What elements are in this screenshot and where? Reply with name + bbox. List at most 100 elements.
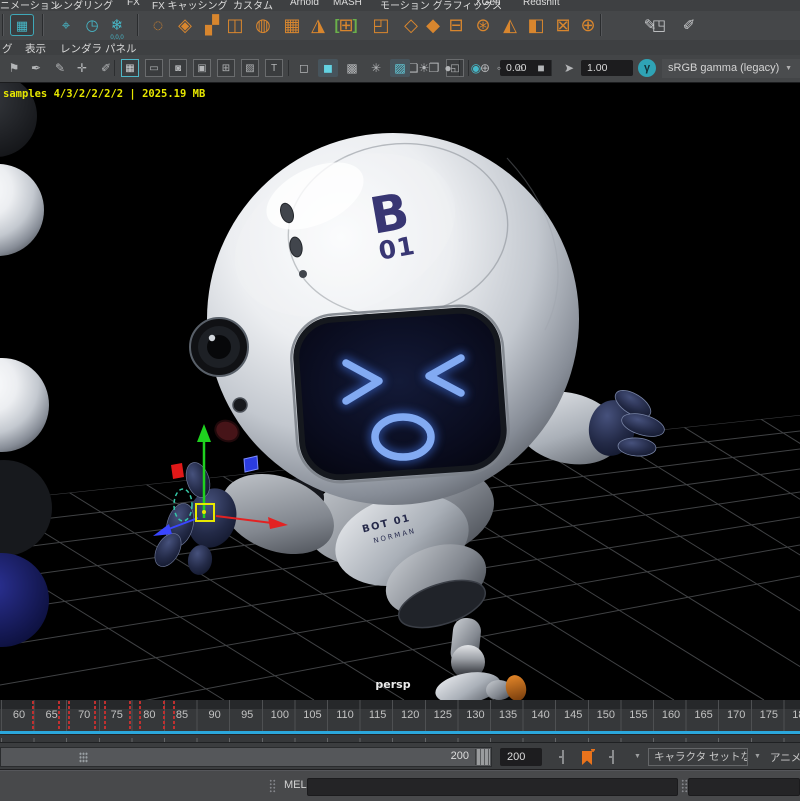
all-lights-icon[interactable]: ✳ [366,59,386,77]
paint-icon[interactable]: ✎ [50,59,70,77]
time-slider[interactable]: 6065707580859095100105110115120125130135… [0,700,800,731]
film-gate-toggle[interactable]: ▭ [145,59,163,77]
playback-option-icon[interactable] [562,750,564,764]
keyframe-tick[interactable] [104,701,106,730]
frame-label: 75 [111,709,123,721]
mash-repro-icon[interactable]: [⊞] [333,12,359,38]
shadows-icon[interactable]: ● [438,59,458,77]
frame-label: 90 [208,709,220,721]
chevron-down-icon[interactable]: ▼ [634,753,641,760]
keyframe-tick[interactable] [58,701,60,730]
mash-waiter-icon[interactable]: ◌ [145,12,171,38]
panel-menu-item[interactable]: レンダラ [60,41,102,56]
frame-label: 120 [401,709,419,721]
view-transform-dropdown[interactable]: sRGB gamma (legacy) ▼ [662,59,800,78]
range-slider[interactable]: 200 [0,747,492,767]
menubar-item[interactable]: FX [127,0,140,8]
menubar-item[interactable]: MASH [333,0,362,8]
shaded-mode-icon[interactable]: ◼ [318,59,338,77]
pivot-icon[interactable]: ◦ [489,59,509,77]
gate-mask-toggle[interactable]: ▣ [193,59,211,77]
panel-toolbar: ❏ ❐ ◱ ⊕ 0.00 ◑ 1.00 γ sRGB gamma (legacy… [0,55,800,83]
annotate-icon[interactable]: ✐ [96,59,116,77]
animation-end-field[interactable]: 200 [500,748,542,766]
command-input[interactable] [307,778,678,796]
lattice-tool-icon[interactable]: ◳ [646,12,672,38]
plane-icon[interactable]: ■ [531,59,551,77]
mash-orient-icon[interactable]: ◭ [497,12,523,38]
textured-mode-icon[interactable]: ▩ [342,59,362,77]
chevron-down-icon: ▼ [785,59,792,78]
menubar-item[interactable]: XGen [475,0,501,8]
panel-menu-item[interactable]: 表示 [25,41,46,56]
frame-label: 155 [629,709,647,721]
locator-icon[interactable]: ⌖ [53,12,79,38]
mash-frame-icon[interactable]: ⊠ [550,12,576,38]
chevron-down-icon[interactable]: ▼ [754,753,761,760]
camera-attrs-icon[interactable]: ◉ [466,59,486,77]
frame-label: 130 [466,709,484,721]
mash-remove-icon[interactable]: ⊟ [443,12,469,38]
mash-cut-icon[interactable]: ◰ [368,12,394,38]
character-set-dropdown[interactable]: キャラクタ セットなし [648,748,748,766]
keyframe-tick[interactable] [32,701,34,730]
toolbar-separator [459,60,460,76]
default-light-icon[interactable]: ☀ [414,59,434,77]
keyframe-tick[interactable] [173,701,175,730]
playback-speed-icon[interactable] [612,750,614,764]
pin-icon[interactable]: ✒ [26,59,46,77]
drag-handle[interactable] [269,779,276,793]
circle-icon[interactable]: ○ [510,59,530,77]
command-language-label[interactable]: MEL [284,779,307,791]
mash-blend-icon[interactable]: ◍ [250,12,276,38]
keyframe-tick[interactable] [68,701,70,730]
range-slider-grip[interactable] [79,752,88,763]
color-management-icon[interactable]: γ [638,59,656,77]
manip-plane-x [171,463,184,479]
shelf-separator [137,14,138,36]
mash-mirror-icon[interactable]: ◫ [222,12,248,38]
image-plane-toggle[interactable]: ▨ [241,59,259,77]
reset-keys-icon[interactable]: ◷ [79,12,105,38]
viewport-3d[interactable]: BOT 01 NORMAN [0,0,800,800]
snap-icon[interactable]: ✛ [72,59,92,77]
shelf-separator [2,14,3,36]
drag-handle[interactable] [681,779,688,793]
keyframe-tick[interactable] [129,701,131,730]
select-cursor-icon[interactable]: ➤ [559,59,579,77]
keyframe-tick[interactable] [94,701,96,730]
view-bookmark-icon[interactable]: ⚑ [4,59,24,77]
mash-array-icon[interactable]: ▦ [279,12,305,38]
mash-wheel-icon[interactable]: ⊛ [470,12,496,38]
grid-toggle[interactable]: ▦ [121,59,139,77]
sketch-tool-icon[interactable]: ✐ [676,12,702,38]
resolution-gate-toggle[interactable]: ◙ [169,59,187,77]
mash-layer-icon[interactable]: ◧ [523,12,549,38]
panel-menu-item[interactable]: グ [2,41,13,56]
freeze-origin-icon[interactable]: ❄0,0,0 [104,12,130,38]
panel-menu-item[interactable]: パネル [105,41,137,56]
command-result-field[interactable] [688,778,800,796]
anim-menu-truncated[interactable]: アニメー [770,750,800,765]
hud-toggle[interactable]: T [265,59,283,77]
mash-globe-icon[interactable]: ⊕ [575,12,601,38]
keyframe-tick[interactable] [163,701,165,730]
menubar-item[interactable]: Arnold [290,0,319,8]
xray-mode-icon[interactable]: ▨ [390,59,410,77]
field-chart-toggle[interactable]: ⊞ [217,59,235,77]
frame-label: 165 [694,709,712,721]
bookmark-icon[interactable] [582,749,595,766]
menubar-item[interactable]: Redshift [523,0,560,8]
mash-flip-icon[interactable]: ◮ [305,12,331,38]
menu-window-icon[interactable]: ▦ [10,14,34,36]
gamma-field[interactable]: 1.00 [581,60,633,76]
frame-label: 65 [45,709,57,721]
wireframe-mode-icon[interactable]: ◻ [294,59,314,77]
keyframe-tick[interactable] [139,701,141,730]
range-end-handle[interactable] [475,749,490,765]
frame-label: 135 [499,709,517,721]
mash-distribute-icon[interactable]: ◈ [172,12,198,38]
range-slider-row: 200 200 ▼ キャラクタ セットなし ▼ アニメー [0,742,800,771]
hud-render-stats: samples 4/3/2/2/2/2 | 2025.19 MB [3,88,205,100]
frame-label: 110 [336,709,354,721]
